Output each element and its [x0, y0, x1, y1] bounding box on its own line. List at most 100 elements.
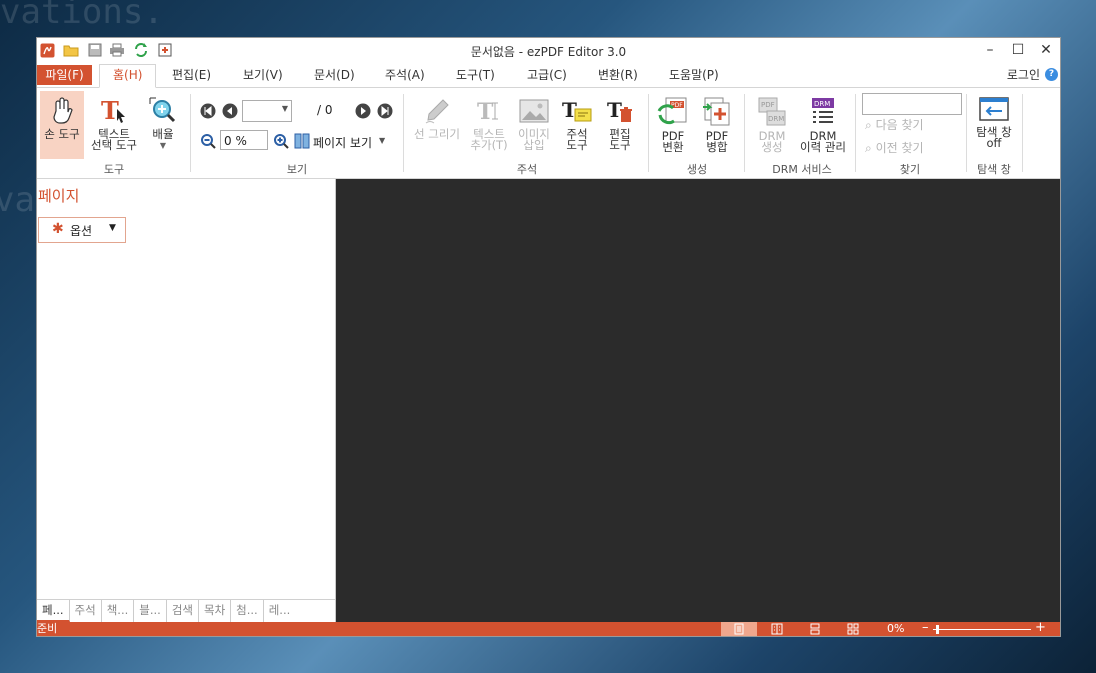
next-page-icon[interactable] — [355, 103, 371, 119]
page-view-dropdown-icon: ▼ — [379, 136, 386, 145]
facing-view-icon[interactable] — [809, 623, 821, 635]
tab-edit[interactable]: 편집(E) — [172, 65, 211, 85]
tab-home[interactable]: 홈(H) — [99, 64, 157, 88]
pdf-convert-label-2: 변환 — [662, 140, 684, 154]
drm-history-button[interactable]: DRM DRM 이력 관리 — [795, 97, 851, 153]
tab-advanced[interactable]: 고급(C) — [527, 65, 567, 85]
svg-text:T: T — [607, 98, 622, 122]
panel-title: 페이지 — [38, 187, 80, 205]
panel-tab-layers[interactable]: 레... — [264, 600, 296, 622]
zoom-in-status-button[interactable]: + — [1035, 621, 1046, 635]
create-group-label: 생성 — [686, 163, 708, 176]
svg-text:DRM: DRM — [814, 100, 830, 108]
tab-annotation[interactable]: 주석(A) — [385, 65, 425, 85]
panel-tab-search[interactable]: 검색 — [167, 600, 199, 622]
drm-history-icon: DRM — [812, 98, 834, 123]
pdf-merge-button[interactable]: PDF 병합 — [697, 97, 737, 153]
edit-tool-button[interactable]: T 편집 도구 — [600, 97, 640, 151]
page-view-icon — [294, 133, 310, 149]
group-separator — [1022, 94, 1023, 172]
login-link[interactable]: 로그인 — [1007, 65, 1040, 85]
panel-tab-pages[interactable]: 페... — [37, 600, 70, 622]
zoom-out-status-button[interactable]: – — [922, 621, 929, 635]
find-next-button[interactable]: ⌕ 다음 찾기 — [865, 118, 924, 132]
annotation-tool-label-2: 도구 — [566, 138, 588, 152]
tab-tools[interactable]: 도구(T) — [456, 65, 495, 85]
tab-convert[interactable]: 변환(R) — [598, 65, 638, 85]
tab-view[interactable]: 보기(V) — [243, 65, 283, 85]
draw-line-button[interactable]: 선 그리기 — [409, 97, 465, 140]
panel-tab-toc[interactable]: 목차 — [199, 600, 232, 622]
single-page-view-icon[interactable] — [733, 623, 745, 635]
find-previous-icon: ⌕ — [865, 141, 872, 155]
desktop-background-text: vations. — [0, 0, 164, 32]
group-separator — [648, 94, 649, 172]
options-dropdown-icon: ▼ — [109, 223, 116, 233]
pdf-convert-icon: PDF — [657, 97, 687, 125]
hand-tool-button[interactable]: 손 도구 — [40, 97, 84, 140]
title-bar: 문서없음 - ezPDF Editor 3.0 – ☐ ✕ — [37, 38, 1060, 62]
page-dropdown-icon: ▼ — [281, 104, 288, 113]
page-view-button[interactable]: 페이지 보기 ▼ — [294, 132, 390, 150]
panel-tab-blocks[interactable]: 블... — [134, 600, 167, 622]
find-next-icon: ⌕ — [865, 118, 872, 132]
page-number-input[interactable]: ▼ — [242, 100, 292, 122]
text-select-tool-button[interactable]: T 텍스트 선택 도구 — [87, 97, 141, 151]
help-icon[interactable]: ? — [1045, 68, 1058, 81]
search-input[interactable] — [862, 93, 962, 115]
facing-continuous-view-icon[interactable] — [847, 623, 859, 635]
drm-create-icon: PDF DRM — [758, 97, 786, 126]
tab-help[interactable]: 도움말(P) — [669, 65, 719, 85]
add-text-icon: T — [477, 99, 498, 125]
last-page-icon[interactable] — [377, 103, 393, 119]
tools-group-label: 도구 — [103, 163, 125, 176]
maximize-button[interactable]: ☐ — [1004, 40, 1032, 60]
drm-create-button[interactable]: PDF DRM DRM 생성 — [750, 97, 794, 153]
previous-page-icon[interactable] — [222, 103, 238, 119]
pdf-convert-button[interactable]: PDF PDF 변환 — [653, 97, 693, 153]
zoom-slider-thumb[interactable] — [936, 625, 939, 634]
options-label: 옵션 — [70, 224, 93, 238]
panel-tabs: 페... 주석 책... 블... 검색 목차 첨... 레... — [37, 599, 335, 622]
group-separator — [190, 94, 191, 172]
app-window: 문서없음 - ezPDF Editor 3.0 – ☐ ✕ 파일(F) 홈(H)… — [36, 37, 1061, 637]
svg-text:T: T — [101, 97, 119, 125]
menu-file[interactable]: 파일(F) — [37, 65, 92, 85]
pages-panel: 페이지 ✱ 옵션 ▼ 페... 주석 책... 블... 검색 목차 첨... … — [37, 179, 336, 622]
panel-tab-bookmarks[interactable]: 책... — [102, 600, 135, 622]
pdf-merge-icon — [703, 97, 730, 126]
navigation-pane-label-2: off — [986, 136, 1002, 150]
annotation-tool-button[interactable]: T 주석 도구 — [557, 97, 597, 151]
zoom-magnifier-icon — [149, 97, 176, 123]
add-text-button[interactable]: T 텍스트 추가(T) — [467, 97, 511, 151]
zoom-in-icon[interactable] — [273, 133, 289, 149]
hand-tool-label: 손 도구 — [44, 127, 80, 141]
tab-document[interactable]: 문서(D) — [314, 65, 355, 85]
zoom-out-icon[interactable] — [200, 133, 216, 149]
first-page-icon[interactable] — [200, 103, 216, 119]
minimize-button[interactable]: – — [976, 40, 1004, 60]
ribbon: 손 도구 T 텍스트 선택 도구 배율 ▼ 도구 ▼ / 0 0 % 페이지 보… — [37, 88, 1060, 179]
insert-image-button[interactable]: 이미지 삽입 — [514, 97, 554, 151]
panel-tab-annotations[interactable]: 주석 — [70, 600, 102, 622]
zoom-percent-input[interactable]: 0 % — [220, 130, 268, 150]
page-count: / 0 — [317, 103, 333, 117]
add-text-label-2: 추가(T) — [470, 138, 508, 152]
document-view[interactable] — [336, 179, 1060, 622]
zoom-slider-track[interactable] — [933, 629, 1031, 630]
pen-icon — [425, 99, 449, 124]
annotation-group-label: 주석 — [516, 163, 538, 176]
status-text: 준비 — [37, 622, 58, 635]
find-previous-button[interactable]: ⌕ 이전 찾기 — [865, 141, 924, 155]
options-button[interactable]: ✱ 옵션 ▼ — [38, 217, 126, 243]
navigation-pane-button[interactable]: 탐색 창 off — [971, 97, 1017, 149]
continuous-view-icon[interactable] — [771, 623, 783, 635]
close-button[interactable]: ✕ — [1032, 40, 1060, 60]
drm-group-label: DRM 서비스 — [772, 163, 832, 176]
page-view-label: 페이지 보기 — [313, 136, 373, 150]
panel-tab-attachments[interactable]: 첨... — [231, 600, 264, 622]
zoom-tool-button[interactable]: 배율 ▼ — [145, 97, 181, 151]
find-group-label: 찾기 — [899, 163, 921, 176]
group-separator — [403, 94, 404, 172]
svg-text:T: T — [477, 99, 494, 125]
